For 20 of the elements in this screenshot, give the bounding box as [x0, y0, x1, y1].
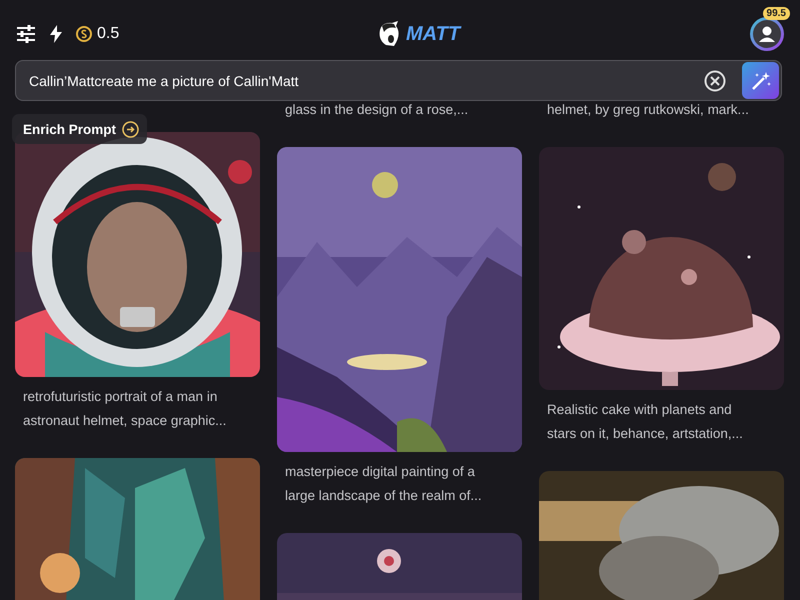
- image-caption: masterpiece digital painting of a large landscape of the realm of...: [284, 463, 483, 505]
- credit-badge: 99.5: [762, 7, 790, 20]
- settings-icon[interactable]: [16, 25, 36, 43]
- image-caption: Realistic cake with planets and stars on it, behance, artstation,...: [546, 401, 744, 443]
- image-caption: helmet, by greg rutkowski, mark...: [546, 102, 750, 118]
- avatar-button[interactable]: [750, 17, 784, 51]
- generate-button[interactable]: [742, 62, 779, 99]
- image-caption: glass in the design of a rose,...: [284, 102, 470, 118]
- clear-icon[interactable]: [704, 70, 726, 92]
- coin-icon: [76, 26, 92, 42]
- search-bar[interactable]: Callin’Mattcreate me a picture of Callin'Matt: [15, 60, 782, 101]
- magic-wand-icon: [750, 70, 772, 92]
- logo-text: MATT: [406, 22, 460, 46]
- image-caption: retrofuturistic portrait of a man in astronaut helmet, space graphic...: [22, 388, 228, 430]
- lightning-icon[interactable]: [50, 25, 62, 43]
- credit-balance: 0.5: [97, 25, 120, 43]
- user-icon: [753, 20, 781, 48]
- prompt-field[interactable]: Callin’Mattcreate me a picture of Callin'Matt: [27, 72, 704, 90]
- enrich-prompt-button[interactable]: Enrich Prompt: [12, 114, 148, 144]
- arrow-circle-icon: [122, 120, 140, 138]
